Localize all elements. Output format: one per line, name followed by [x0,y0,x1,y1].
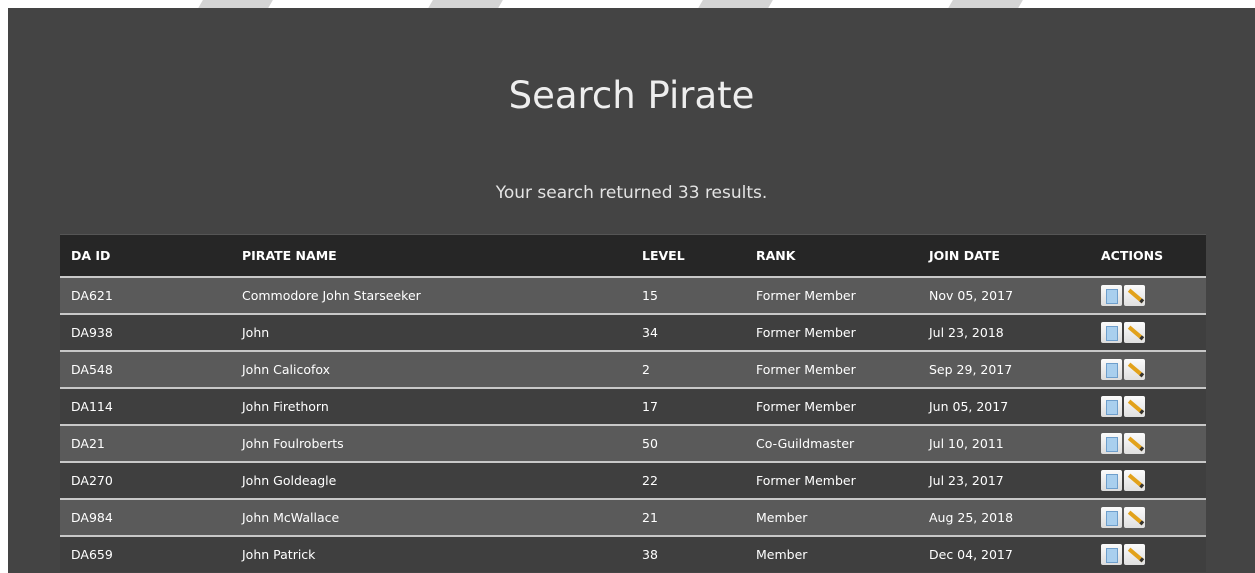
cell-actions [1090,276,1206,314]
cell-level: 34 [631,313,745,351]
document-icon [1106,511,1118,526]
pencil-icon [1127,510,1145,526]
column-header-da-id: DA ID [60,234,231,277]
cell-join-date: Jul 23, 2018 [918,313,1090,351]
cell-actions [1090,498,1206,536]
cell-pirate-name: John Firethorn [231,387,631,425]
cell-actions [1090,535,1206,572]
cell-rank: Co-Guildmaster [745,424,918,462]
table-row: DA938 John 34 Former Member Jul 23, 2018 [60,313,1206,351]
cell-join-date: Jun 05, 2017 [918,387,1090,425]
cell-pirate-name: John Patrick [231,535,631,572]
cell-da-id: DA21 [60,424,231,462]
pencil-icon [1127,473,1145,489]
document-icon [1106,363,1118,378]
edit-button[interactable] [1124,285,1145,306]
cell-da-id: DA621 [60,276,231,314]
cell-da-id: DA270 [60,461,231,499]
view-button[interactable] [1101,359,1122,380]
view-button[interactable] [1101,322,1122,343]
cell-actions [1090,313,1206,351]
cell-level: 50 [631,424,745,462]
table-header-row: DA ID PIRATE NAME LEVEL RANK JOIN DATE A… [60,234,1206,277]
pencil-icon [1127,288,1145,304]
edit-button[interactable] [1124,507,1145,528]
cell-level: 21 [631,498,745,536]
document-icon [1106,400,1118,415]
document-icon [1106,548,1118,563]
column-header-actions: ACTIONS [1090,234,1206,277]
cell-level: 17 [631,387,745,425]
column-header-level: LEVEL [631,234,745,277]
edit-button[interactable] [1124,470,1145,491]
document-icon [1106,474,1118,489]
pencil-icon [1127,362,1145,378]
results-table: DA ID PIRATE NAME LEVEL RANK JOIN DATE A… [60,234,1206,572]
cell-da-id: DA984 [60,498,231,536]
cell-pirate-name: John McWallace [231,498,631,536]
edit-button[interactable] [1124,433,1145,454]
pencil-icon [1127,436,1145,452]
view-button[interactable] [1101,396,1122,417]
edit-button[interactable] [1124,544,1145,565]
cell-da-id: DA938 [60,313,231,351]
cell-rank: Former Member [745,313,918,351]
document-icon [1106,289,1118,304]
cell-level: 15 [631,276,745,314]
cell-rank: Former Member [745,276,918,314]
pencil-icon [1127,325,1145,341]
edit-button[interactable] [1124,322,1145,343]
table-row: DA548 John Calicofox 2 Former Member Sep 29,… [60,350,1206,388]
cell-join-date: Aug 25, 2018 [918,498,1090,536]
cell-level: 2 [631,350,745,388]
column-header-pirate-name: PIRATE NAME [231,234,631,277]
page-title: Search Pirate [508,74,755,117]
cell-rank: Member [745,498,918,536]
edit-button[interactable] [1124,396,1145,417]
view-button[interactable] [1101,433,1122,454]
cell-level: 22 [631,461,745,499]
cell-da-id: DA548 [60,350,231,388]
cell-pirate-name: John Foulroberts [231,424,631,462]
view-button[interactable] [1101,470,1122,491]
cell-rank: Member [745,535,918,572]
edit-button[interactable] [1124,359,1145,380]
cell-actions [1090,424,1206,462]
cell-actions [1090,387,1206,425]
cell-pirate-name: John Calicofox [231,350,631,388]
cell-rank: Former Member [745,387,918,425]
cell-pirate-name: John Goldeagle [231,461,631,499]
table-row: DA984 John McWallace 21 Member Aug 25, 2018 [60,498,1206,536]
document-icon [1106,437,1118,452]
cell-join-date: Jul 23, 2017 [918,461,1090,499]
table-row: DA21 John Foulroberts 50 Co-Guildmaster Jul … [60,424,1206,462]
column-header-join-date: JOIN DATE [918,234,1090,277]
pencil-icon [1127,547,1145,563]
pencil-icon [1127,399,1145,415]
document-icon [1106,326,1118,341]
cell-join-date: Nov 05, 2017 [918,276,1090,314]
cell-rank: Former Member [745,461,918,499]
table-row: DA114 John Firethorn 17 Former Member Jun 05… [60,387,1206,425]
view-button[interactable] [1101,507,1122,528]
table-row: DA270 John Goldeagle 22 Former Member Jul 23… [60,461,1206,499]
table-row: DA659 John Patrick 38 Member Dec 04, 2017 [60,535,1206,572]
cell-pirate-name: Commodore John Starseeker [231,276,631,314]
cell-pirate-name: John [231,313,631,351]
cell-join-date: Sep 29, 2017 [918,350,1090,388]
cell-actions [1090,461,1206,499]
cell-level: 38 [631,535,745,572]
cell-join-date: Jul 10, 2011 [918,424,1090,462]
column-header-rank: RANK [745,234,918,277]
view-button[interactable] [1101,544,1122,565]
table-row: DA621 Commodore John Starseeker 15 Former M… [60,276,1206,314]
cell-rank: Former Member [745,350,918,388]
cell-join-date: Dec 04, 2017 [918,535,1090,572]
results-summary: Your search returned 33 results. [495,183,768,203]
cell-actions [1090,350,1206,388]
cell-da-id: DA114 [60,387,231,425]
content-panel: Search Pirate Your search returned 33 re… [8,8,1255,573]
cell-da-id: DA659 [60,535,231,572]
view-button[interactable] [1101,285,1122,306]
